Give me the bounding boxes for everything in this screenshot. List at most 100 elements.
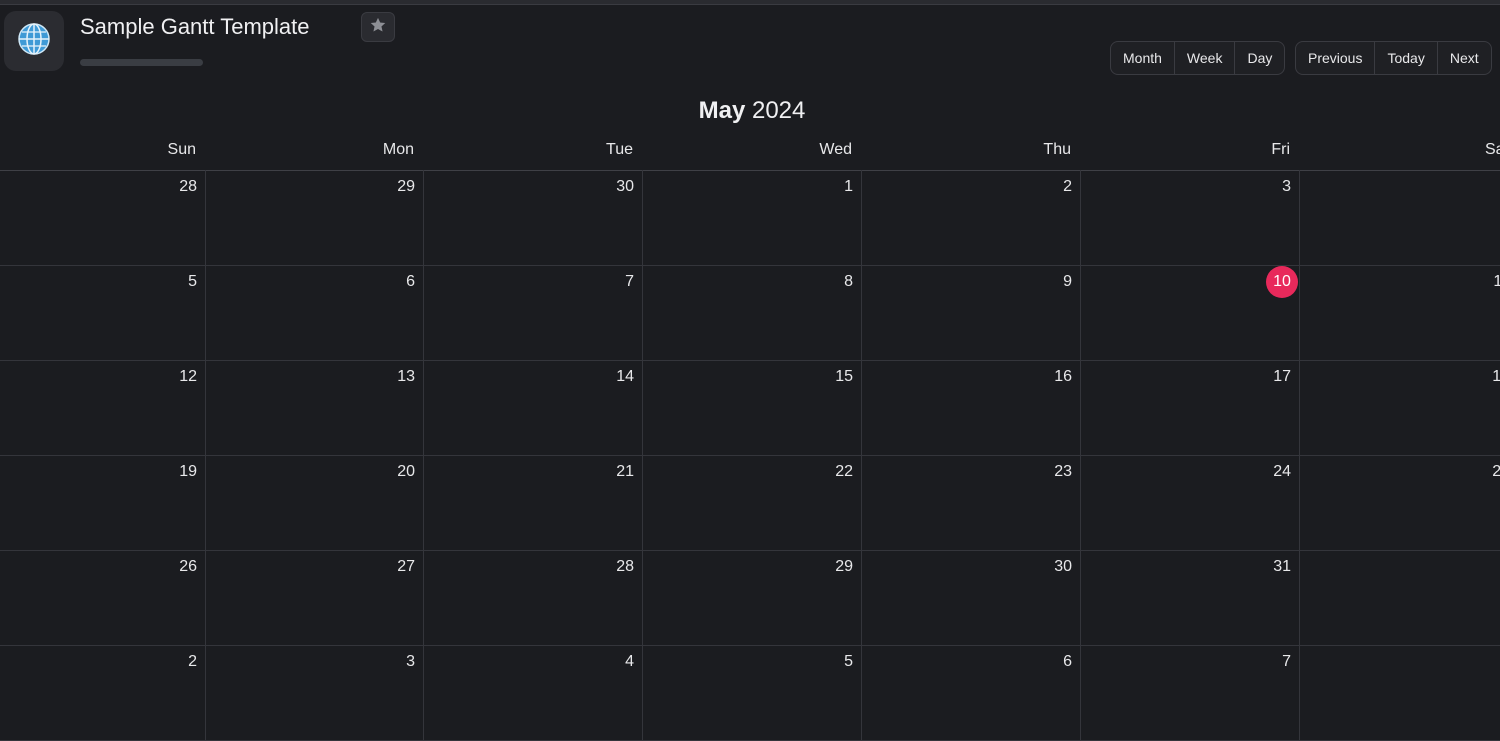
day-cell[interactable]: 15 bbox=[643, 360, 862, 455]
day-number: 2 bbox=[188, 653, 197, 670]
day-number: 6 bbox=[1063, 653, 1072, 670]
day-cell[interactable]: 3 bbox=[1081, 170, 1300, 265]
weekday-fri: Fri bbox=[1271, 141, 1290, 158]
day-cell[interactable]: 13 bbox=[206, 360, 424, 455]
day-cell[interactable]: 17 bbox=[1081, 360, 1300, 455]
day-number: 16 bbox=[1054, 368, 1072, 385]
day-cell[interactable]: 7 bbox=[424, 265, 643, 360]
day-view-button[interactable]: Day bbox=[1235, 42, 1284, 74]
day-cell[interactable]: 22 bbox=[643, 455, 862, 550]
day-cell[interactable]: 28 bbox=[424, 550, 643, 645]
weekday-header: Sun Mon Tue Wed Thu Fri Sat bbox=[0, 138, 1500, 171]
day-cell[interactable]: 29 bbox=[643, 550, 862, 645]
day-cell[interactable]: 11 bbox=[1300, 265, 1500, 360]
day-number: 5 bbox=[844, 653, 853, 670]
week-row: 26 27 28 29 30 31 1 bbox=[0, 550, 1500, 646]
subtitle-placeholder bbox=[80, 59, 203, 66]
weekday-sat: Sat bbox=[1484, 141, 1500, 158]
day-cell[interactable]: 6 bbox=[862, 645, 1081, 740]
next-button[interactable]: Next bbox=[1438, 42, 1491, 74]
calendar-grid: 2829301234567891011121314151617181920212… bbox=[0, 170, 1500, 741]
window-top-border bbox=[0, 0, 1500, 5]
day-cell[interactable]: 7 bbox=[1081, 645, 1300, 740]
day-number: 3 bbox=[1282, 178, 1291, 195]
day-number: 3 bbox=[406, 653, 415, 670]
week-view-button[interactable]: Week bbox=[1175, 42, 1236, 74]
month-view-button[interactable]: Month bbox=[1111, 42, 1175, 74]
day-cell[interactable]: 2 bbox=[0, 645, 206, 740]
day-cell[interactable]: 16 bbox=[862, 360, 1081, 455]
previous-button[interactable]: Previous bbox=[1296, 42, 1376, 74]
day-cell[interactable]: 8 bbox=[643, 265, 862, 360]
day-cell[interactable]: 23 bbox=[862, 455, 1081, 550]
day-number: 24 bbox=[1273, 463, 1291, 480]
day-number: 23 bbox=[1054, 463, 1072, 480]
day-number: 9 bbox=[1063, 273, 1072, 290]
day-number: 7 bbox=[1282, 653, 1291, 670]
day-number: 1 bbox=[844, 178, 853, 195]
day-cell[interactable]: 1 bbox=[1300, 550, 1500, 645]
week-row: 28 29 30 1 2 34 bbox=[0, 170, 1500, 266]
day-number: 20 bbox=[397, 463, 415, 480]
day-cell[interactable]: 5 bbox=[0, 265, 206, 360]
day-number: 5 bbox=[188, 273, 197, 290]
day-cell[interactable]: 31 bbox=[1081, 550, 1300, 645]
day-number: 28 bbox=[179, 178, 197, 195]
day-cell[interactable]: 20 bbox=[206, 455, 424, 550]
day-number: 26 bbox=[179, 558, 197, 575]
day-cell[interactable]: 26 bbox=[0, 550, 206, 645]
day-number: 17 bbox=[1273, 368, 1291, 385]
star-icon bbox=[369, 16, 387, 39]
day-number: 13 bbox=[397, 368, 415, 385]
globe-icon bbox=[17, 22, 51, 61]
day-cell[interactable]: 28 bbox=[0, 170, 206, 265]
day-cell[interactable]: 18 bbox=[1300, 360, 1500, 455]
weekday-mon: Mon bbox=[382, 141, 414, 158]
weekday-sun: Sun bbox=[167, 141, 196, 158]
day-number: 21 bbox=[616, 463, 634, 480]
today-badge: 10 bbox=[1266, 266, 1298, 298]
day-cell[interactable]: 4 bbox=[424, 645, 643, 740]
day-cell[interactable]: 5 bbox=[643, 645, 862, 740]
day-number: 7 bbox=[625, 273, 634, 290]
day-number: 2 bbox=[1063, 178, 1072, 195]
day-cell[interactable]: 27 bbox=[206, 550, 424, 645]
day-cell[interactable]: 6 bbox=[206, 265, 424, 360]
week-row: 12 13 14 15 16 17 18 bbox=[0, 360, 1500, 456]
weekday-wed: Wed bbox=[819, 141, 852, 158]
day-cell[interactable]: 3 bbox=[206, 645, 424, 740]
day-number: 18 bbox=[1492, 368, 1500, 385]
today-button[interactable]: Today bbox=[1375, 42, 1438, 74]
day-number: 19 bbox=[179, 463, 197, 480]
day-cell[interactable]: 29 bbox=[206, 170, 424, 265]
day-number: 22 bbox=[835, 463, 853, 480]
day-cell[interactable]: 9 bbox=[862, 265, 1081, 360]
week-row: 5 6 7 8 9 10 11 bbox=[0, 265, 1500, 361]
day-cell[interactable]: 21 bbox=[424, 455, 643, 550]
day-cell[interactable]: 12 bbox=[0, 360, 206, 455]
day-number: 31 bbox=[1273, 558, 1291, 575]
day-cell[interactable]: 10 bbox=[1081, 265, 1300, 360]
week-row: 2 3 4 5 6 78 bbox=[0, 645, 1500, 741]
day-number: 30 bbox=[1054, 558, 1072, 575]
day-cell[interactable]: 2 bbox=[862, 170, 1081, 265]
day-cell[interactable]: 8 bbox=[1300, 645, 1500, 740]
day-cell[interactable]: 14 bbox=[424, 360, 643, 455]
day-cell[interactable]: 30 bbox=[862, 550, 1081, 645]
day-cell[interactable]: 24 bbox=[1081, 455, 1300, 550]
app-icon bbox=[4, 11, 64, 71]
favorite-button[interactable] bbox=[361, 12, 395, 42]
weekday-thu: Thu bbox=[1043, 141, 1071, 158]
day-number: 25 bbox=[1492, 463, 1500, 480]
day-cell[interactable]: 4 bbox=[1300, 170, 1500, 265]
week-row: 19 20 21 22 23 24 25 bbox=[0, 455, 1500, 551]
day-number: 27 bbox=[397, 558, 415, 575]
day-cell[interactable]: 30 bbox=[424, 170, 643, 265]
day-cell[interactable]: 1 bbox=[643, 170, 862, 265]
day-number: 30 bbox=[616, 178, 634, 195]
day-number: 6 bbox=[406, 273, 415, 290]
weekday-tue: Tue bbox=[606, 141, 633, 158]
day-cell[interactable]: 25 bbox=[1300, 455, 1500, 550]
day-cell[interactable]: 19 bbox=[0, 455, 206, 550]
day-number: 4 bbox=[625, 653, 634, 670]
